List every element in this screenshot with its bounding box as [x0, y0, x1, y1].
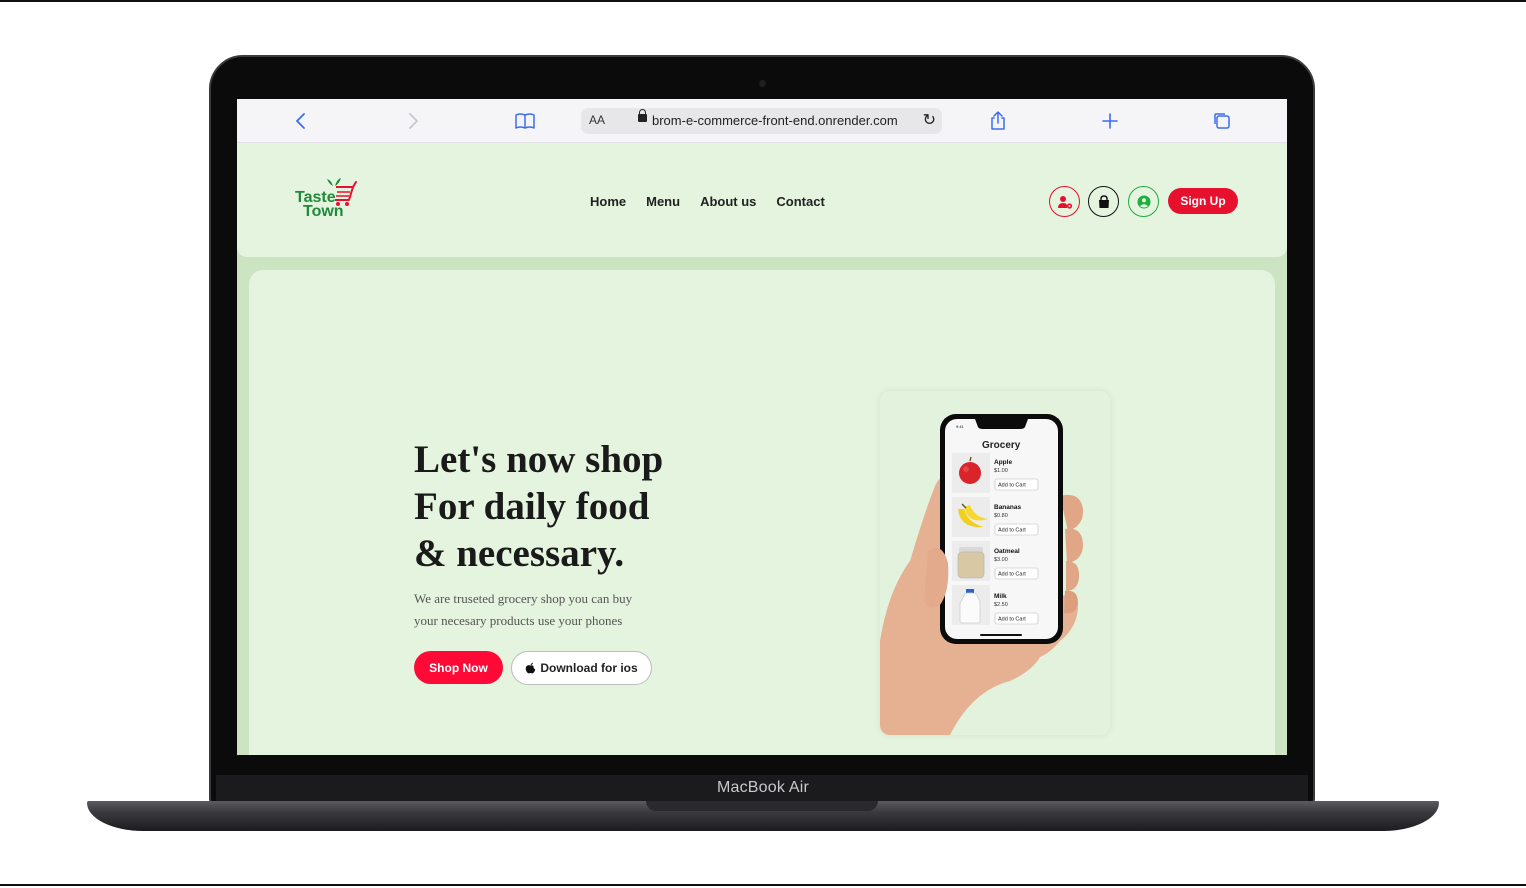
hand-holding-phone-illustration: 9:41 Grocery Apple $1.00 Add to Cart Ban… — [880, 414, 1084, 735]
lock-icon — [638, 109, 647, 122]
camera — [759, 80, 766, 87]
phone-status-time: 9:41 — [956, 424, 965, 429]
browser-toolbar: AA brom-e-commerce-front-end.onrender.co… — [237, 99, 1287, 143]
product-name: Apple — [994, 459, 1012, 466]
text-size-button[interactable]: AA — [589, 113, 605, 127]
phone-hand-image: 9:41 Grocery Apple $1.00 Add to Cart Ban… — [880, 391, 1110, 735]
hero-title: Let's now shop For daily food & necessar… — [414, 436, 734, 577]
hero-subtitle-line: We are truseted grocery shop you can buy — [414, 591, 633, 606]
logo[interactable]: Taste Town — [295, 178, 365, 224]
nav-about-us[interactable]: About us — [700, 194, 756, 209]
nav-home[interactable]: Home — [590, 194, 626, 209]
nav-menu[interactable]: Menu — [646, 194, 680, 209]
browser-screen: AA brom-e-commerce-front-end.onrender.co… — [237, 99, 1287, 755]
shopping-bag-icon — [1098, 194, 1109, 208]
bookmarks-icon[interactable] — [513, 109, 537, 133]
shop-now-button[interactable]: Shop Now — [414, 651, 503, 684]
admin-user-button[interactable] — [1049, 186, 1080, 217]
device-label: MacBook Air — [716, 779, 809, 796]
product-price: $1.00 — [994, 468, 1008, 474]
hero-title-line: & necessary. — [414, 532, 625, 575]
product-name: Oatmeal — [994, 548, 1020, 555]
reload-icon[interactable]: ↻ — [923, 110, 936, 129]
add-to-cart-button: Add to Cart — [998, 483, 1026, 489]
sign-up-button[interactable]: Sign Up — [1168, 188, 1238, 214]
add-to-cart-button: Add to Cart — [998, 617, 1026, 623]
account-button[interactable] — [1128, 186, 1159, 217]
hero-subtitle: We are truseted grocery shop you can buy… — [414, 588, 674, 632]
hero-subtitle-line: your necesary products use your phones — [414, 613, 623, 628]
product-price: $2.50 — [994, 602, 1008, 608]
main-nav: Home Menu About us Contact — [590, 194, 825, 209]
frame-bottom-border — [0, 884, 1526, 886]
hero-section: Let's now shop For daily food & necessar… — [249, 270, 1275, 755]
url-text[interactable]: brom-e-commerce-front-end.onrender.com — [652, 113, 898, 128]
phone-app-title: Grocery — [982, 440, 1021, 451]
tabs-icon[interactable] — [1210, 109, 1234, 133]
product-name: Milk — [994, 593, 1007, 600]
product-price: $0.80 — [994, 513, 1008, 519]
share-icon[interactable] — [986, 109, 1010, 133]
download-ios-label: Download for ios — [540, 661, 638, 675]
product-price: $3.00 — [994, 557, 1008, 563]
laptop-hinge-notch — [646, 801, 878, 811]
shopping-bag-button[interactable] — [1088, 186, 1119, 217]
hero-title-line: Let's now shop — [414, 438, 664, 481]
account-icon — [1137, 195, 1150, 208]
back-icon[interactable] — [289, 109, 313, 133]
nav-contact[interactable]: Contact — [776, 194, 824, 209]
logo-text-line2: Town — [303, 203, 344, 220]
hero-title-line: For daily food — [414, 485, 650, 528]
forward-icon[interactable] — [401, 109, 425, 133]
download-ios-button[interactable]: Download for ios — [511, 651, 652, 685]
site-header: Taste Town Home Menu About us Contact Si… — [237, 143, 1287, 257]
new-tab-icon[interactable] — [1098, 109, 1122, 133]
address-bar[interactable]: AA brom-e-commerce-front-end.onrender.co… — [581, 108, 942, 134]
add-to-cart-button: Add to Cart — [998, 528, 1026, 534]
product-name: Bananas — [994, 504, 1021, 511]
add-to-cart-button: Add to Cart — [998, 572, 1026, 578]
frame-top-border — [0, 0, 1526, 2]
admin-user-icon — [1057, 195, 1072, 209]
apple-icon — [526, 662, 536, 674]
